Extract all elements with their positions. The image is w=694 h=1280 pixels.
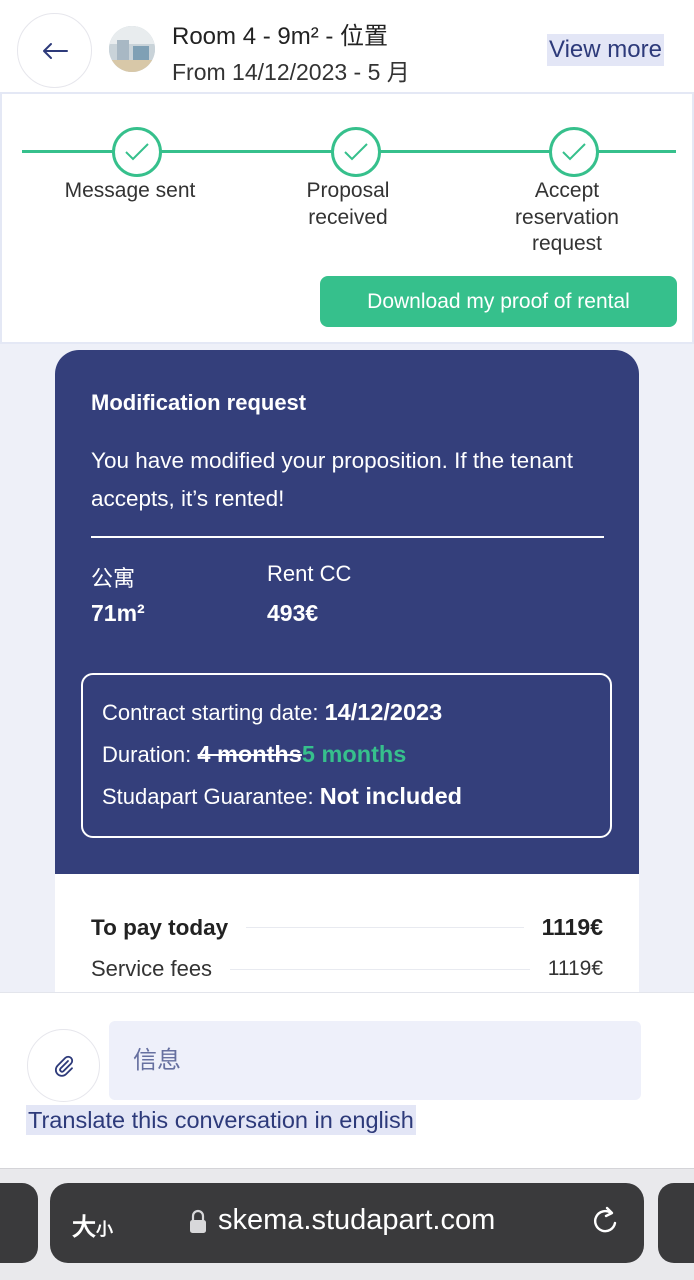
step-1-check xyxy=(112,127,162,177)
translate-conversation-link[interactable]: Translate this conversation in english xyxy=(26,1105,416,1135)
view-more-link[interactable]: View more xyxy=(547,34,664,66)
new-duration: 5 months xyxy=(301,741,407,767)
modification-message: You have modified your proposition. If t… xyxy=(91,448,573,511)
address-bar[interactable]: 大小 skema.studapart.com xyxy=(50,1183,644,1263)
download-proof-button[interactable]: Download my proof of rental xyxy=(320,276,677,327)
contract-start-value: 14/12/2023 xyxy=(324,699,443,725)
service-fees-row: Service fees 1119€ xyxy=(91,956,603,982)
lock-icon xyxy=(190,1209,206,1233)
listing-title: Room 4 - 9m² - 位置 xyxy=(172,23,389,50)
modification-title: Modification request xyxy=(91,390,307,415)
chat-header: Room 4 - 9m² - 位置 From 14/12/2023 - 5 月 … xyxy=(0,0,694,92)
browser-toolbar: 大小 skema.studapart.com xyxy=(0,1168,694,1280)
reload-icon[interactable] xyxy=(590,1205,620,1237)
checkmark-icon xyxy=(125,143,149,161)
guarantee-value: Not included xyxy=(319,783,463,809)
message-input[interactable] xyxy=(109,1021,641,1100)
step-1-label: Message sent xyxy=(64,179,196,202)
duration-row: Duration: 4 months5 months xyxy=(102,741,406,768)
contract-start-label: Contract starting date: xyxy=(102,700,319,725)
room-avatar[interactable] xyxy=(109,26,155,72)
url-text: skema.studapart.com xyxy=(218,1204,496,1236)
listing-dates: From 14/12/2023 - 5 月 xyxy=(172,59,410,85)
text-size-button[interactable]: 大小 xyxy=(72,1207,113,1242)
arrow-left-icon xyxy=(42,42,68,59)
duration-label: Duration: xyxy=(102,742,192,767)
apartment-size: 71m² xyxy=(91,600,145,626)
step-3-label: Accept reservation request xyxy=(515,179,619,255)
divider xyxy=(91,536,604,538)
rent-value: 493€ xyxy=(267,600,319,626)
contract-details: Contract starting date: 14/12/2023 Durat… xyxy=(81,673,612,838)
step-2-check xyxy=(331,127,381,177)
payment-summary: To pay today 1119€ Service fees 1119€ xyxy=(55,874,639,992)
service-fees-label: Service fees xyxy=(91,956,213,981)
pay-today-value: 1119€ xyxy=(541,914,603,940)
guarantee-label: Studapart Guarantee: xyxy=(102,784,314,809)
apartment-label: 公寓 xyxy=(91,566,136,591)
reservation-progress: Message sent Proposal received Accept re… xyxy=(0,92,694,344)
next-tab[interactable] xyxy=(658,1183,694,1263)
message-composer: Translate this conversation in english xyxy=(0,992,694,1168)
attach-button[interactable] xyxy=(27,1029,100,1102)
contract-start-row: Contract starting date: 14/12/2023 xyxy=(102,699,442,726)
step-3-check xyxy=(549,127,599,177)
old-duration: 4 months xyxy=(197,741,302,767)
paperclip-icon xyxy=(54,1055,73,1077)
rent-label: Rent CC xyxy=(267,561,352,586)
previous-tab[interactable] xyxy=(0,1183,38,1263)
guarantee-row: Studapart Guarantee: Not included xyxy=(102,783,462,810)
pay-today-row: To pay today 1119€ xyxy=(91,914,603,941)
service-fees-value: 1119€ xyxy=(547,957,603,980)
step-2-label: Proposal received xyxy=(306,179,390,229)
back-button[interactable] xyxy=(17,13,92,88)
checkmark-icon xyxy=(344,143,368,161)
pay-today-label: To pay today xyxy=(91,914,229,940)
checkmark-icon xyxy=(562,143,586,161)
modification-request-card: Modification request You have modified y… xyxy=(55,350,639,874)
